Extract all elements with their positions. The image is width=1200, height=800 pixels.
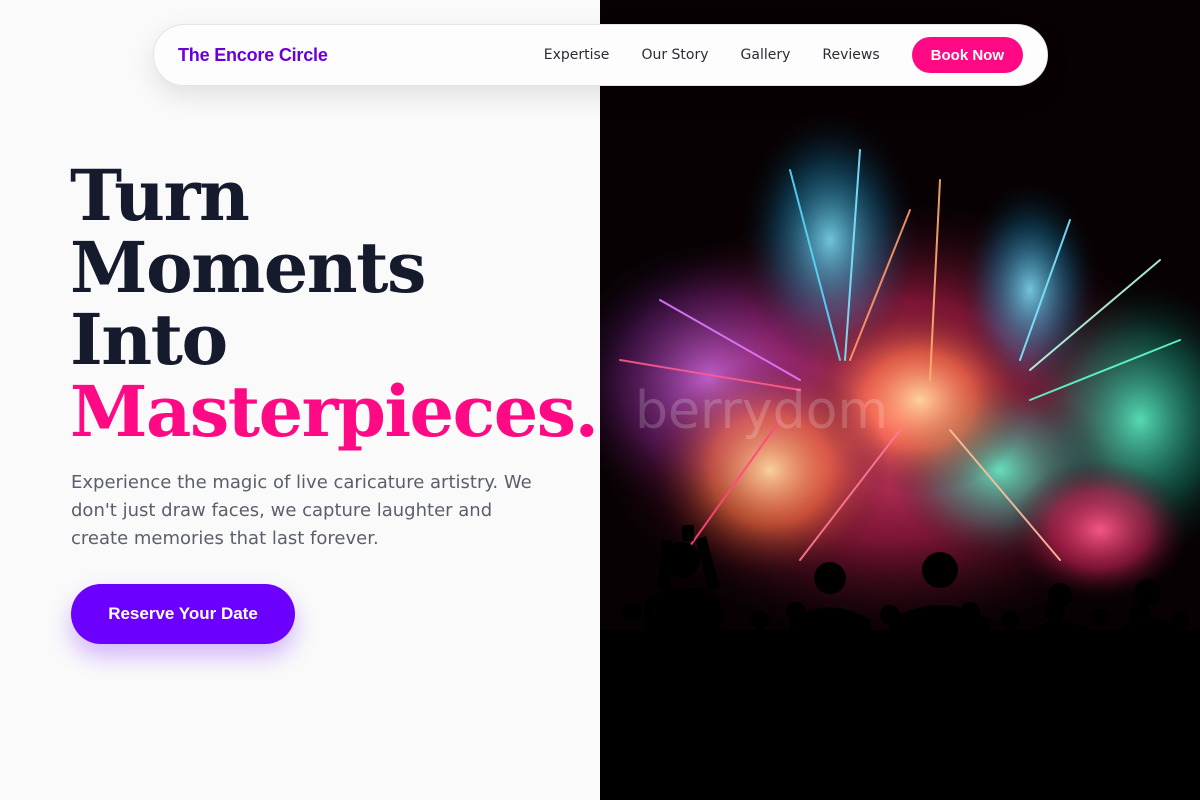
top-navbar: The Encore Circle Expertise Our Story Ga… xyxy=(153,24,1048,86)
hero-title-line: Into xyxy=(70,298,228,381)
hero-left-pane: Turn Moments Into Masterpieces. Experien… xyxy=(0,0,600,800)
fireworks-image: berrydom xyxy=(600,0,1200,800)
hero-title-accent: Masterpieces. xyxy=(70,370,599,453)
nav-links: Expertise Our Story Gallery Reviews Book… xyxy=(544,37,1023,73)
hero-description: Experience the magic of live caricature … xyxy=(71,472,532,549)
reserve-date-button[interactable]: Reserve Your Date xyxy=(71,584,295,644)
nav-link-expertise[interactable]: Expertise xyxy=(544,47,610,63)
hero-title-line: Turn xyxy=(70,154,250,237)
image-watermark: berrydom xyxy=(635,381,888,441)
hero-title: Turn Moments Into Masterpieces. xyxy=(70,154,599,453)
book-now-button[interactable]: Book Now xyxy=(911,37,1023,73)
hero-image: berrydom xyxy=(600,0,1200,800)
hero-title-line: Moments xyxy=(70,226,426,309)
nav-link-our-story[interactable]: Our Story xyxy=(641,47,708,63)
nav-link-reviews[interactable]: Reviews xyxy=(822,47,879,63)
brand-logo[interactable]: The Encore Circle xyxy=(178,45,328,66)
nav-link-gallery[interactable]: Gallery xyxy=(741,47,791,63)
